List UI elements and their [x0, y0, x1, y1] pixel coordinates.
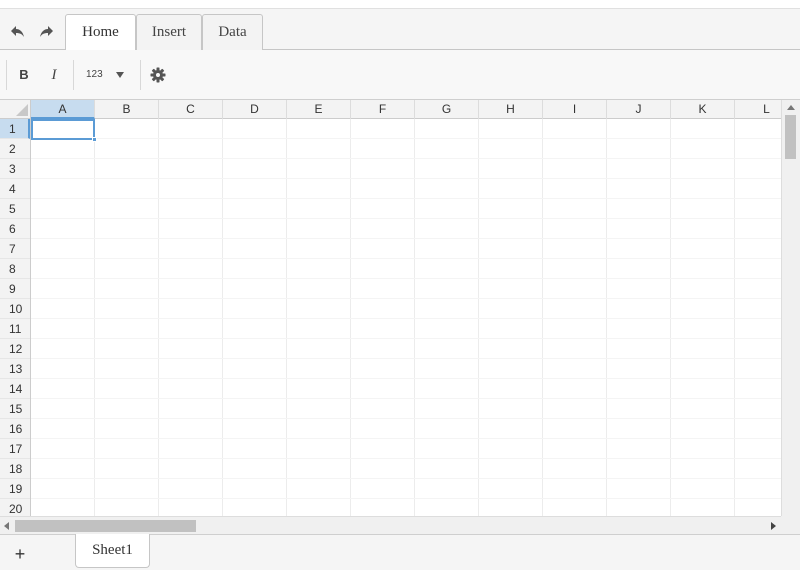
column-header-g[interactable]: G	[415, 100, 479, 119]
tab-data[interactable]: Data	[202, 14, 263, 50]
gridlines	[31, 119, 781, 516]
row-header-10[interactable]: 10	[0, 299, 30, 319]
row-header-7[interactable]: 7	[0, 239, 30, 259]
column-headers: ABCDEFGHIJKL	[31, 100, 781, 119]
cell-area[interactable]	[31, 119, 781, 516]
column-header-j[interactable]: J	[607, 100, 671, 119]
row-header-13[interactable]: 13	[0, 359, 30, 379]
column-header-e[interactable]: E	[287, 100, 351, 119]
column-header-k[interactable]: K	[671, 100, 735, 119]
row-header-16[interactable]: 16	[0, 419, 30, 439]
bold-button[interactable]: B	[16, 66, 32, 84]
horizontal-scroll-thumb[interactable]	[15, 520, 196, 532]
row-header-20[interactable]: 20	[0, 499, 30, 516]
select-all-corner[interactable]	[0, 100, 31, 119]
undo-icon[interactable]	[10, 25, 26, 39]
column-header-a[interactable]: A	[31, 100, 95, 119]
row-header-15[interactable]: 15	[0, 399, 30, 419]
ribbon-tab-bar: Home Insert Data	[0, 8, 800, 51]
row-header-11[interactable]: 11	[0, 319, 30, 339]
row-header-17[interactable]: 17	[0, 439, 30, 459]
row-header-8[interactable]: 8	[0, 259, 30, 279]
number-format-dropdown[interactable]: 123	[82, 66, 128, 84]
scroll-right-arrow-icon[interactable]	[771, 522, 776, 530]
sheet-tab-bar: + Sheet1	[0, 534, 800, 570]
column-header-d[interactable]: D	[223, 100, 287, 119]
tab-insert[interactable]: Insert	[136, 14, 202, 50]
toolbar-divider	[6, 60, 7, 90]
row-header-12[interactable]: 12	[0, 339, 30, 359]
toolbar-divider	[73, 60, 74, 90]
column-header-c[interactable]: C	[159, 100, 223, 119]
scroll-left-arrow-icon[interactable]	[4, 522, 9, 530]
column-header-i[interactable]: I	[543, 100, 607, 119]
row-header-4[interactable]: 4	[0, 179, 30, 199]
row-header-9[interactable]: 9	[0, 279, 30, 299]
column-header-f[interactable]: F	[351, 100, 415, 119]
add-sheet-button[interactable]: +	[12, 544, 28, 564]
redo-icon[interactable]	[38, 25, 54, 39]
row-headers: 1 2 3 4 5 6 7 8 9 10 11 12 13 14 15 16 17 18 19 20	[0, 119, 31, 516]
row-header-3[interactable]: 3	[0, 159, 30, 179]
scrollbar-corner	[781, 516, 800, 534]
number-format-label: 123	[86, 69, 103, 80]
row-header-5[interactable]: 5	[0, 199, 30, 219]
vertical-scroll-thumb[interactable]	[785, 115, 796, 159]
scroll-up-arrow-icon[interactable]	[787, 105, 795, 110]
row-header-14[interactable]: 14	[0, 379, 30, 399]
gear-icon[interactable]	[150, 67, 166, 83]
sheet-tab-sheet1[interactable]: Sheet1	[75, 534, 150, 568]
active-cell-selection[interactable]	[31, 119, 97, 142]
row-header-18[interactable]: 18	[0, 459, 30, 479]
toolbar-divider	[140, 60, 141, 90]
spreadsheet-grid: ABCDEFGHIJKL 1 2 3 4 5 6 7 8 9 10 11 12 13 14 15 16 17 18…	[0, 100, 781, 516]
column-header-l[interactable]: L	[735, 100, 781, 119]
row-header-6[interactable]: 6	[0, 219, 30, 239]
horizontal-scrollbar[interactable]	[0, 516, 781, 534]
toolbar: B I 123	[0, 50, 800, 100]
italic-button[interactable]: I	[46, 66, 62, 84]
column-header-b[interactable]: B	[95, 100, 159, 119]
fill-handle[interactable]	[92, 137, 97, 142]
column-header-h[interactable]: H	[479, 100, 543, 119]
row-header-19[interactable]: 19	[0, 479, 30, 499]
row-header-1[interactable]: 1	[0, 119, 30, 139]
vertical-scrollbar[interactable]	[781, 100, 800, 516]
row-header-2[interactable]: 2	[0, 139, 30, 159]
chevron-down-icon	[116, 72, 124, 78]
tab-home[interactable]: Home	[65, 14, 136, 51]
